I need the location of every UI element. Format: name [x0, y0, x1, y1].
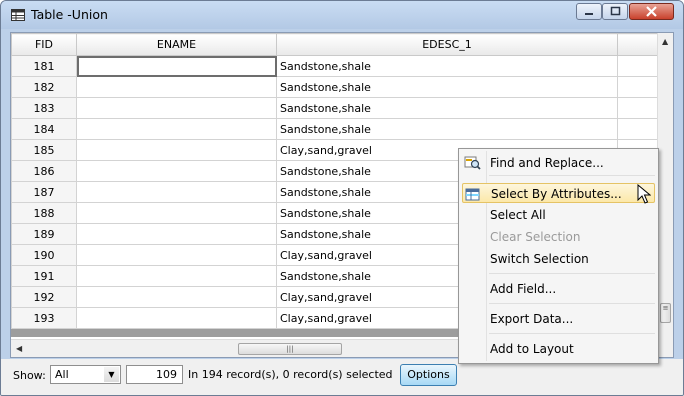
table-options-menu: Find and Replace... Select By Attributes… — [458, 148, 659, 364]
menu-item-export-data[interactable]: Export Data... — [462, 309, 655, 329]
menu-item-select-all[interactable]: Select All — [462, 205, 655, 225]
ename-cell[interactable] — [76, 118, 277, 140]
edesc-cell[interactable]: Sandstone,shale — [276, 55, 618, 77]
menu-item-clear-selection[interactable]: Clear Selection — [462, 227, 655, 247]
window-title: Table -Union — [31, 7, 108, 22]
ename-cell[interactable] — [76, 97, 277, 119]
ename-cell[interactable] — [76, 76, 277, 98]
show-label: Show: — [13, 369, 46, 382]
record-count-info: In 194 record(s), 0 record(s) selected — [188, 368, 393, 381]
find-replace-icon — [464, 156, 481, 170]
minimize-icon — [585, 13, 593, 15]
column-header-ename[interactable]: ENAME — [76, 33, 277, 56]
show-filter-value: All — [55, 368, 69, 381]
edesc-cell[interactable]: Sandstone,shale — [276, 118, 618, 140]
status-bar: Show: All ▼ 109 In 194 record(s), 0 reco… — [1, 359, 683, 395]
scroll-up-arrow-icon[interactable]: ▲ — [662, 37, 668, 46]
title-bar[interactable]: Table -Union — [1, 1, 683, 29]
fid-cell[interactable]: 186 — [11, 160, 77, 182]
current-record-input[interactable]: 109 — [126, 365, 183, 384]
menu-item-label: Clear Selection — [490, 230, 581, 244]
vertical-scrollbar[interactable]: ▲ ≡ — [657, 33, 673, 357]
fid-cell[interactable]: 190 — [11, 244, 77, 266]
menu-item-find-replace[interactable]: Find and Replace... — [462, 153, 655, 173]
table-row[interactable]: 181 Sandstone,shale — [11, 55, 660, 77]
column-header-edesc[interactable]: EDESC_1 — [276, 33, 618, 56]
fid-cell[interactable]: 184 — [11, 118, 77, 140]
ename-cell[interactable] — [76, 202, 277, 224]
menu-item-label: Switch Selection — [490, 252, 589, 266]
empty-cell[interactable] — [617, 76, 660, 98]
table-header-row: FID ENAME EDESC_1 — [11, 33, 660, 56]
menu-item-label: Add to Layout — [490, 342, 574, 356]
maximize-button[interactable] — [602, 3, 628, 20]
mouse-cursor-icon — [637, 184, 651, 204]
close-icon — [646, 6, 657, 17]
fid-cell[interactable]: 188 — [11, 202, 77, 224]
show-filter-select[interactable]: All ▼ — [50, 365, 121, 384]
fid-cell[interactable]: 183 — [11, 97, 77, 119]
fid-cell[interactable]: 193 — [11, 307, 77, 329]
edesc-cell[interactable]: Sandstone,shale — [276, 97, 618, 119]
table-row[interactable]: 183 Sandstone,shale — [11, 97, 660, 119]
table-icon — [11, 9, 25, 21]
table-row[interactable]: 184 Sandstone,shale — [11, 118, 660, 140]
column-header-fid[interactable]: FID — [11, 33, 77, 56]
ename-cell[interactable] — [76, 265, 277, 287]
scroll-left-arrow-icon[interactable]: ◀ — [16, 344, 22, 353]
minimize-button[interactable] — [576, 3, 602, 20]
fid-cell[interactable]: 181 — [11, 55, 77, 77]
menu-item-label: Add Field... — [490, 282, 557, 296]
ename-cell[interactable] — [76, 223, 277, 245]
menu-item-label: Select All — [490, 208, 546, 222]
fid-cell[interactable]: 182 — [11, 76, 77, 98]
vertical-scroll-thumb[interactable]: ≡ — [660, 303, 671, 323]
empty-cell[interactable] — [617, 55, 660, 77]
menu-separator — [489, 333, 655, 334]
ename-cell[interactable] — [76, 55, 277, 77]
ename-cell[interactable] — [76, 160, 277, 182]
fid-cell[interactable]: 187 — [11, 181, 77, 203]
options-button[interactable]: Options — [400, 364, 457, 386]
fid-cell[interactable]: 185 — [11, 139, 77, 161]
menu-item-add-to-layout[interactable]: Add to Layout — [462, 339, 655, 359]
fid-cell[interactable]: 189 — [11, 223, 77, 245]
maximize-icon — [610, 6, 621, 16]
menu-item-label: Find and Replace... — [490, 156, 604, 170]
edesc-cell[interactable]: Sandstone,shale — [276, 76, 618, 98]
empty-cell[interactable] — [617, 97, 660, 119]
ename-cell[interactable] — [76, 244, 277, 266]
ename-cell[interactable] — [76, 139, 277, 161]
fid-cell[interactable]: 192 — [11, 286, 77, 308]
menu-item-add-field[interactable]: Add Field... — [462, 279, 655, 299]
menu-item-label: Select By Attributes... — [491, 187, 622, 201]
ename-cell[interactable] — [76, 307, 277, 329]
close-button[interactable] — [629, 3, 674, 20]
menu-item-select-by-attributes[interactable]: Select By Attributes... — [462, 183, 655, 203]
column-header-empty — [617, 33, 660, 56]
chevron-down-icon[interactable]: ▼ — [104, 367, 119, 382]
menu-separator — [489, 303, 655, 304]
select-by-attributes-icon — [465, 188, 480, 201]
ename-cell[interactable] — [76, 181, 277, 203]
menu-separator — [489, 273, 655, 274]
fid-cell[interactable]: 191 — [11, 265, 77, 287]
menu-item-label: Export Data... — [490, 312, 574, 326]
empty-cell[interactable] — [617, 118, 660, 140]
table-row[interactable]: 182 Sandstone,shale — [11, 76, 660, 98]
menu-item-switch-selection[interactable]: Switch Selection — [462, 249, 655, 269]
ename-cell[interactable] — [76, 286, 277, 308]
menu-separator — [489, 175, 655, 176]
horizontal-scroll-thumb[interactable]: ||| — [238, 343, 342, 355]
